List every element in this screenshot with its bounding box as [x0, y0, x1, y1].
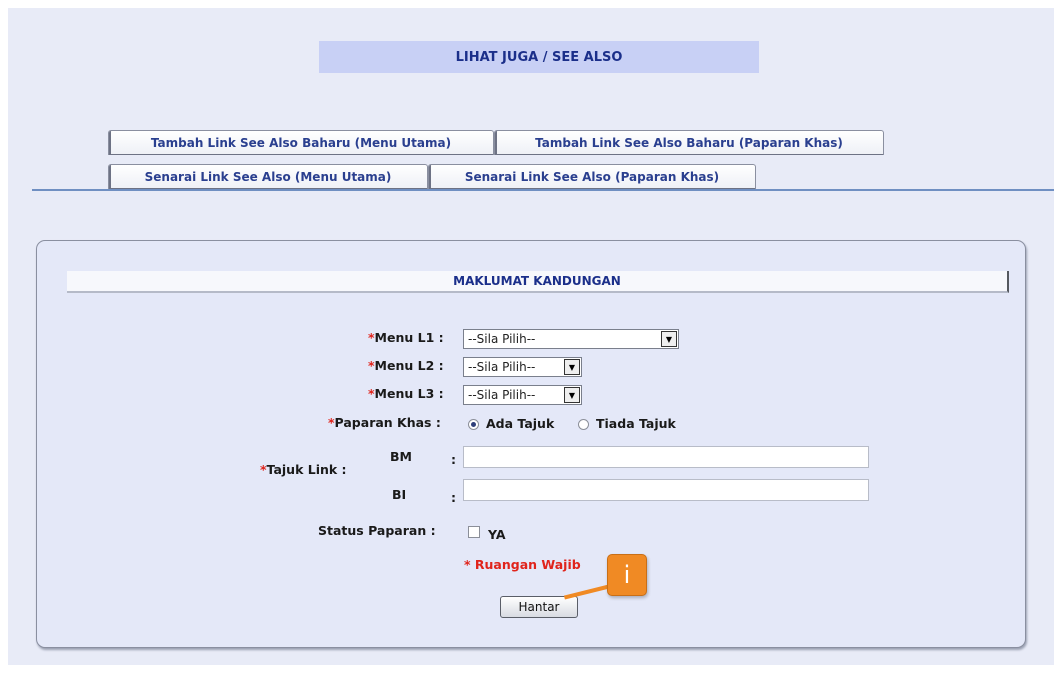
chevron-down-icon: ▼ [564, 387, 580, 403]
tab-tambah-menu-utama[interactable]: Tambah Link See Also Baharu (Menu Utama) [108, 130, 494, 155]
tab-divider [32, 189, 1054, 191]
info-icon: i [607, 554, 647, 596]
paparan-khas-label-text: Paparan Khas : [334, 415, 441, 430]
paparan-khas-label: *Paparan Khas : [328, 415, 441, 430]
chevron-down-icon: ▼ [661, 331, 677, 347]
status-paparan-label: Status Paparan : [318, 523, 436, 538]
tajuk-link-label: *Tajuk Link : [260, 462, 347, 477]
bm-separator: : [451, 452, 456, 467]
tajuk-bi-input[interactable] [463, 479, 869, 501]
menu-l3-value: --Sila Pilih-- [468, 388, 536, 402]
tajuk-bm-input[interactable] [463, 446, 869, 468]
menu-l1-select[interactable]: --Sila Pilih-- ▼ [463, 329, 679, 349]
tab-label: Senarai Link See Also (Paparan Khas) [464, 170, 720, 184]
menu-l1-value: --Sila Pilih-- [468, 332, 536, 346]
tab-label: Tambah Link See Also Baharu (Paparan Kha… [535, 136, 843, 150]
radio-tiada-tajuk-label: Tiada Tajuk [596, 416, 676, 431]
bm-label: BM [390, 449, 412, 464]
tab-label: Senarai Link See Also (Menu Utama) [144, 170, 392, 184]
chevron-down-icon: ▼ [564, 359, 580, 375]
menu-l2-label-text: Menu L2 : [374, 358, 444, 373]
status-paparan-option: YA [488, 527, 506, 542]
radio-tiada-tajuk[interactable] [578, 419, 589, 430]
radio-ada-tajuk-label: Ada Tajuk [486, 416, 555, 431]
bi-separator: : [451, 490, 456, 505]
menu-l2-select[interactable]: --Sila Pilih-- ▼ [463, 357, 582, 377]
menu-l3-select[interactable]: --Sila Pilih-- ▼ [463, 385, 582, 405]
menu-l1-label-text: Menu L1 : [374, 330, 444, 345]
tajuk-link-label-text: Tajuk Link : [266, 462, 347, 477]
section-title: MAKLUMAT KANDUNGAN [453, 274, 621, 288]
hantar-button[interactable]: Hantar [500, 596, 578, 618]
menu-l1-label: *Menu L1 : [368, 330, 444, 345]
tab-tambah-paparan-khas[interactable]: Tambah Link See Also Baharu (Paparan Kha… [494, 130, 884, 155]
page-title-text: LIHAT JUGA / SEE ALSO [455, 49, 623, 65]
tab-senarai-menu-utama[interactable]: Senarai Link See Also (Menu Utama) [108, 164, 428, 189]
page-container: LIHAT JUGA / SEE ALSO Tambah Link See Al… [8, 8, 1054, 665]
bi-label: BI [392, 487, 407, 502]
radio-ada-tajuk[interactable] [468, 419, 479, 430]
menu-l2-value: --Sila Pilih-- [468, 360, 536, 374]
menu-l2-label: *Menu L2 : [368, 358, 444, 373]
info-glyph: i [623, 561, 631, 589]
page-title: LIHAT JUGA / SEE ALSO [319, 41, 759, 73]
status-paparan-checkbox[interactable] [468, 526, 480, 538]
required-note: * Ruangan Wajib [464, 557, 581, 572]
menu-l3-label-text: Menu L3 : [374, 386, 444, 401]
hantar-button-label: Hantar [518, 600, 560, 614]
menu-l3-label: *Menu L3 : [368, 386, 444, 401]
section-header: MAKLUMAT KANDUNGAN [67, 271, 1009, 293]
form-panel: MAKLUMAT KANDUNGAN *Menu L1 : --Sila Pil… [36, 240, 1026, 648]
tab-label: Tambah Link See Also Baharu (Menu Utama) [150, 136, 452, 150]
tab-senarai-paparan-khas[interactable]: Senarai Link See Also (Paparan Khas) [428, 164, 756, 189]
